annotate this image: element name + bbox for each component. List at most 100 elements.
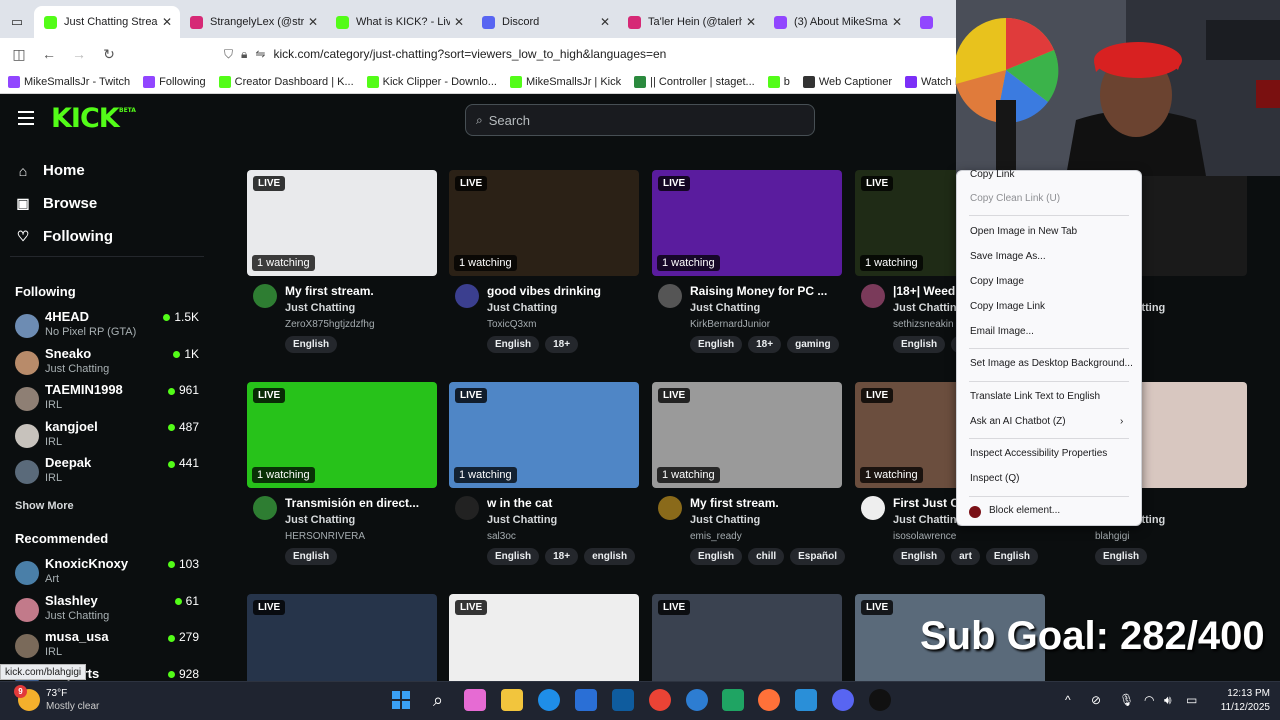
stream-tag[interactable]: English [690, 548, 743, 565]
streamer-avatar[interactable] [861, 496, 885, 520]
channel-name[interactable]: sethizsneakin [893, 319, 954, 330]
lock-icon[interactable]: 🔒︎ [241, 47, 247, 62]
stream-tag[interactable]: 18+ [545, 336, 579, 353]
bookmark-item[interactable]: Following [143, 75, 206, 88]
bookmark-item[interactable]: MikeSmallsJr | Kick [509, 75, 621, 88]
browser-tab[interactable]: (3 [910, 6, 962, 38]
stream-tag[interactable]: English [285, 548, 338, 565]
stream-tag[interactable]: English [985, 548, 1039, 565]
menu-item[interactable]: Save Image As... [970, 251, 1046, 262]
obs-icon[interactable] [869, 689, 891, 711]
menu-item[interactable]: Translate Link Text to English [970, 391, 1100, 402]
channel-name[interactable]: HERSONRIVERA [285, 531, 365, 542]
menu-item[interactable]: Email Image... [970, 326, 1034, 337]
bookmark-item[interactable]: || Controller | staget... [634, 75, 755, 88]
tab-close-icon[interactable]: ✕ [600, 15, 610, 29]
channel-name[interactable]: sal3oc [487, 531, 516, 542]
nav-following[interactable]: ♡ Following [16, 228, 113, 245]
stream-category[interactable]: Just Chatting [893, 514, 963, 526]
stream-tag[interactable]: 18+ [545, 548, 579, 565]
streamer-avatar[interactable] [658, 496, 682, 520]
nav-home[interactable]: ⌂ Home [16, 162, 85, 179]
menu-item[interactable]: Ask an AI Chatbot (Z) › [970, 416, 1123, 427]
file-explorer-icon[interactable] [501, 689, 523, 711]
stream-card[interactable]: LIVE 1 watching Raising Money for PC ... Ju… [652, 170, 842, 353]
streamer-avatar[interactable] [861, 284, 885, 308]
stream-tag[interactable]: English [893, 548, 946, 565]
stream-tag[interactable]: 18+ [748, 336, 782, 353]
browser-tab[interactable]: Ta'ler Hein (@talerhein ✕ [618, 6, 764, 38]
stream-card[interactable]: LIVE 1 watching Transmisión en direct... Ju… [247, 382, 437, 565]
menu-item[interactable]: Block element... [989, 505, 1060, 516]
stream-tag[interactable]: English [285, 336, 338, 353]
menu-item[interactable]: Copy Image Link [970, 301, 1045, 312]
kick-logo[interactable]: KICK BETA [51, 103, 136, 134]
stream-category[interactable]: Just Chatting [487, 514, 557, 526]
channel-item[interactable]: musa_usa IRL 279 [15, 629, 203, 663]
sidebar-toggle-icon[interactable]: ◫ [4, 46, 34, 63]
channel-item[interactable]: TAEMIN1998 IRL 961 [15, 382, 203, 416]
edge-icon[interactable] [538, 689, 560, 711]
stream-title[interactable]: Raising Money for PC ... [690, 284, 840, 298]
stream-category[interactable]: Just Chatting [285, 514, 355, 526]
menu-item[interactable]: Inspect Accessibility Properties [970, 448, 1107, 459]
stream-tag[interactable]: English [690, 336, 743, 353]
permissions-icon[interactable]: ⇋ [255, 47, 265, 61]
bookmark-item[interactable]: Web Captioner [802, 75, 892, 88]
stream-category[interactable]: Just Chatting [893, 302, 963, 314]
volume-icon[interactable]: 🔊︎ [1164, 693, 1172, 708]
stream-thumbnail[interactable]: LIVE 1 watching [449, 170, 639, 276]
stream-thumbnail[interactable]: LIVE 1 watching [652, 170, 842, 276]
stream-category[interactable]: Just Chatting [690, 514, 760, 526]
streamer-avatar[interactable] [253, 284, 277, 308]
tab-close-icon[interactable]: ✕ [454, 15, 464, 29]
channel-item[interactable]: KnoxicKnoxy Art 103 [15, 556, 203, 590]
stream-title[interactable]: My first stream. [690, 496, 840, 510]
stream-title[interactable]: Transmisión en direct... [285, 496, 435, 510]
tab-close-icon[interactable]: ✕ [308, 15, 318, 29]
tab-close-icon[interactable]: ✕ [162, 15, 172, 29]
stream-tag[interactable]: English [893, 336, 946, 353]
bookmark-item[interactable]: b [767, 75, 790, 88]
streamer-avatar[interactable] [658, 284, 682, 308]
menu-item[interactable]: Inspect (Q) [970, 473, 1019, 484]
stream-category[interactable]: Just Chatting [487, 302, 557, 314]
stream-tag[interactable]: chill [748, 548, 785, 565]
bookmark-item[interactable]: MikeSmallsJr - Twitch [8, 75, 130, 88]
bookmark-item[interactable]: Kick Clipper - Downlo... [366, 75, 497, 88]
reload-icon[interactable]: ↻ [94, 46, 124, 63]
channel-name[interactable]: emis_ready [690, 531, 742, 542]
forward-icon[interactable]: → [64, 46, 94, 62]
channel-item[interactable]: Sneako Just Chatting 1K [15, 346, 203, 380]
streamer-avatar[interactable] [455, 496, 479, 520]
chrome-icon[interactable] [649, 689, 671, 711]
url-text[interactable]: kick.com/category/just-chatting?sort=vie… [273, 47, 666, 61]
channel-item[interactable]: Deepak IRL 441 [15, 455, 203, 489]
clock[interactable]: 12:13 PM 11/12/2025 [1208, 687, 1270, 715]
channel-name[interactable]: ToxicQ3xm [487, 319, 536, 330]
channel-name[interactable]: blahgigi [1095, 531, 1129, 542]
stream-category[interactable]: Just Chatting [690, 302, 760, 314]
channel-item[interactable]: 4HEAD No Pixel RP (GTA) 1.5K [15, 309, 203, 343]
taskbar-search-icon[interactable]: ⌕ [427, 689, 449, 711]
weather-widget[interactable]: 9 73°F Mostly clear [14, 685, 99, 713]
browser-tab[interactable]: (3) About MikeSmallsJr ✕ [764, 6, 910, 38]
stream-thumbnail[interactable]: LIVE 1 watching [247, 382, 437, 488]
stream-tag[interactable]: English [487, 548, 540, 565]
app-icon-2[interactable] [795, 689, 817, 711]
stream-card[interactable]: LIVE 1 watching good vibes drinking Just Ch… [449, 170, 639, 353]
channel-name[interactable]: isosolawrence [893, 531, 956, 542]
browser-tab[interactable]: StrangelyLex (@strang ✕ [180, 6, 326, 38]
evernote-icon[interactable] [722, 689, 744, 711]
menu-item[interactable]: Copy Link [970, 169, 1014, 180]
channel-name[interactable]: KirkBernardJunior [690, 319, 770, 330]
menu-icon[interactable] [18, 111, 34, 125]
show-more-button[interactable]: Show More [15, 500, 74, 512]
stream-thumbnail[interactable]: LIVE 1 watching [652, 382, 842, 488]
search-input[interactable]: ⌕ Search [465, 104, 815, 136]
stream-category[interactable]: Just Chatting [285, 302, 355, 314]
streamer-avatar[interactable] [253, 496, 277, 520]
stream-title[interactable]: good vibes drinking [487, 284, 637, 298]
stream-title[interactable]: My first stream. [285, 284, 435, 298]
stream-tag[interactable]: gaming [787, 336, 839, 353]
